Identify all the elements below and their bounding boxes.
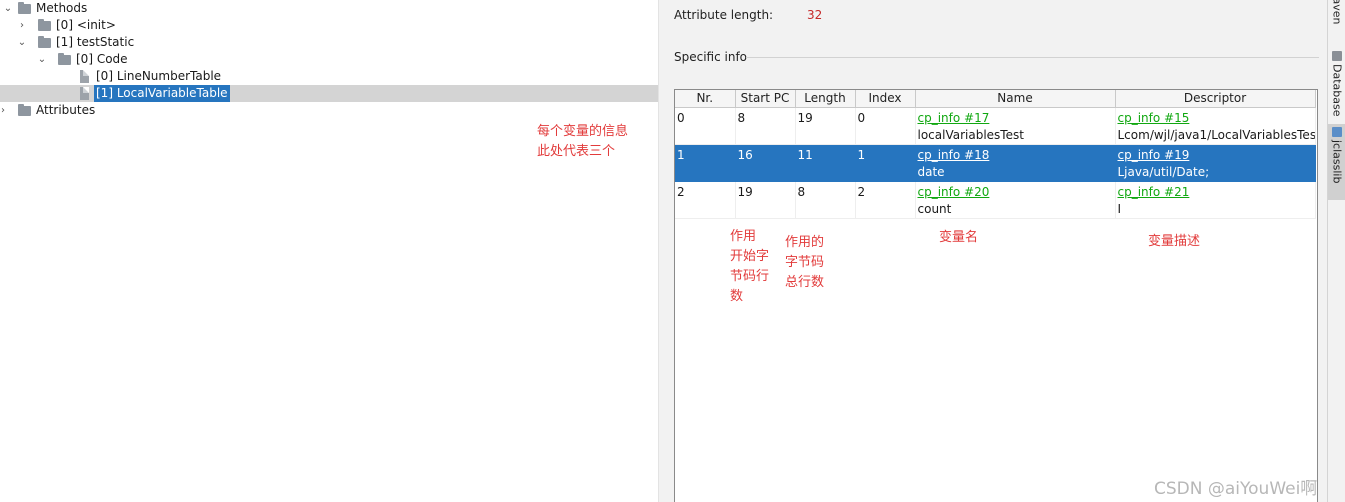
jclasslib-icon [1332, 127, 1342, 137]
name-cp-info-link[interactable]: cp_info #17 [918, 110, 1113, 127]
table-row[interactable]: 2 19 8 2 cp_info #20 count cp_info #21 I [675, 181, 1316, 219]
cell-index: 1 [855, 144, 916, 182]
chevron-down-icon[interactable]: ⌄ [2, 0, 14, 17]
chevron-down-icon[interactable]: ⌄ [16, 34, 28, 51]
tree-node-label: [0] LineNumberTable [96, 69, 222, 83]
tree-node-linenumbertable[interactable]: [0] LineNumberTable [0, 68, 658, 85]
column-header-name[interactable]: Name [915, 90, 1116, 108]
cell-length: 11 [795, 144, 856, 182]
table-header-row: Nr. Start PC Length Index Name Descripto… [675, 90, 1316, 108]
database-icon [1332, 51, 1342, 61]
attribute-length-label: Attribute length: [674, 8, 774, 22]
watermark: CSDN @aiYouWei啊 [1154, 479, 1318, 499]
annotation-name: 变量名 [939, 230, 979, 245]
tree-node-attributes[interactable]: › Attributes [0, 102, 658, 119]
folder-icon [18, 104, 31, 116]
tree-node-teststatic[interactable]: ⌄ [1] testStatic [0, 34, 658, 51]
cell-index: 2 [855, 181, 916, 219]
cell-name: cp_info #17 localVariablesTest [915, 107, 1116, 145]
file-icon [80, 70, 89, 83]
name-value: count [917, 201, 952, 216]
file-icon [80, 87, 89, 100]
descriptor-cp-info-link[interactable]: cp_info #19 [1118, 147, 1313, 164]
folder-icon [38, 36, 51, 48]
tool-tab-label: Maven [1330, 0, 1344, 25]
column-header-index[interactable]: Index [855, 90, 916, 108]
section-divider [746, 57, 1319, 58]
cell-start-pc: 8 [735, 107, 796, 145]
local-variable-table: Nr. Start PC Length Index Name Descripto… [674, 89, 1318, 502]
cell-index: 0 [855, 107, 916, 145]
annotation-descriptor: 变量描述 [1148, 234, 1201, 249]
folder-icon [58, 53, 71, 65]
attribute-detail-panel: Attribute length: 32 Specific info Nr. S… [664, 0, 1327, 502]
descriptor-value: I [1117, 201, 1122, 216]
cell-descriptor: cp_info #19 Ljava/util/Date; [1115, 144, 1316, 182]
annotation-line: 字节码 [785, 255, 825, 270]
descriptor-value: Ljava/util/Date; [1117, 164, 1210, 179]
descriptor-cp-info-link[interactable]: cp_info #21 [1118, 184, 1313, 201]
tree-node-init[interactable]: › [0] <init> [0, 17, 658, 34]
tree-node-label: [0] Code [76, 52, 128, 66]
cell-descriptor: cp_info #21 I [1115, 181, 1316, 219]
table-row-selected[interactable]: 1 16 11 1 cp_info #18 date cp_info #19 L… [675, 144, 1316, 182]
column-header-start-pc[interactable]: Start PC [735, 90, 796, 108]
annotation-line: 作用的 [785, 235, 825, 250]
tree-node-code[interactable]: ⌄ [0] Code [0, 51, 658, 68]
descriptor-value: Lcom/wjl/java1/LocalVariablesTest; [1117, 127, 1315, 142]
name-cp-info-link[interactable]: cp_info #18 [918, 147, 1113, 164]
tree-node-localvariabletable[interactable]: [1] LocalVariableTable [0, 85, 658, 102]
chevron-right-icon[interactable]: › [0, 102, 9, 119]
cell-nr: 1 [675, 144, 736, 182]
annotation-variable-info: 每个变量的信息 此处代表三个 [537, 122, 628, 162]
cell-descriptor: cp_info #15 Lcom/wjl/java1/LocalVariable… [1115, 107, 1316, 145]
annotation-line: 作用 [730, 229, 757, 244]
tree-node-label: [0] <init> [56, 18, 116, 32]
annotation-line: 开始字 [730, 249, 770, 264]
tool-tab-database[interactable]: Database [1328, 48, 1345, 116]
folder-icon [18, 2, 31, 14]
descriptor-cp-info-link[interactable]: cp_info #15 [1118, 110, 1313, 127]
folder-icon [38, 19, 51, 31]
annotation-line: 数 [730, 289, 744, 304]
cell-nr: 2 [675, 181, 736, 219]
chevron-down-icon[interactable]: ⌄ [36, 51, 48, 68]
annotation-line: 此处代表三个 [537, 144, 616, 159]
tool-window-strip: Maven Database jclasslib [1327, 0, 1345, 502]
name-value: date [917, 164, 945, 179]
annotation-length: 作用的 字节码 总行数 [785, 233, 824, 293]
class-structure-tree: ⌄ Methods › [0] <init> ⌄ [1] testStatic … [0, 0, 658, 502]
cell-name: cp_info #20 count [915, 181, 1116, 219]
column-header-descriptor[interactable]: Descriptor [1115, 90, 1316, 108]
tree-node-label: Attributes [36, 103, 96, 117]
annotation-start-pc: 作用 开始字 节码行 数 [730, 227, 769, 307]
cell-start-pc: 16 [735, 144, 796, 182]
tree-node-methods[interactable]: ⌄ Methods [0, 0, 658, 17]
column-header-length[interactable]: Length [795, 90, 856, 108]
tool-tab-label: Database [1330, 63, 1344, 117]
tool-tab-label: jclasslib [1330, 140, 1344, 184]
attribute-length-value: 32 [807, 8, 823, 22]
annotation-line: 每个变量的信息 [537, 124, 629, 139]
tool-tab-maven[interactable]: Maven [1328, 0, 1345, 38]
specific-info-label: Specific info [674, 50, 748, 64]
cell-start-pc: 19 [735, 181, 796, 219]
tool-tab-jclasslib[interactable]: jclasslib [1328, 124, 1345, 200]
column-header-nr[interactable]: Nr. [675, 90, 736, 108]
chevron-right-icon[interactable]: › [16, 17, 28, 34]
name-value: localVariablesTest [917, 127, 1024, 142]
name-cp-info-link[interactable]: cp_info #20 [918, 184, 1113, 201]
annotation-line: 总行数 [785, 275, 825, 290]
cell-length: 19 [795, 107, 856, 145]
table-row[interactable]: 0 8 19 0 cp_info #17 localVariablesTest … [675, 107, 1316, 145]
annotation-line: 节码行 [730, 269, 770, 284]
tree-node-label: Methods [36, 1, 88, 15]
cell-name: cp_info #18 date [915, 144, 1116, 182]
tree-node-label: [1] LocalVariableTable [94, 85, 230, 102]
cell-nr: 0 [675, 107, 736, 145]
cell-length: 8 [795, 181, 856, 219]
tree-node-label: [1] testStatic [56, 35, 135, 49]
